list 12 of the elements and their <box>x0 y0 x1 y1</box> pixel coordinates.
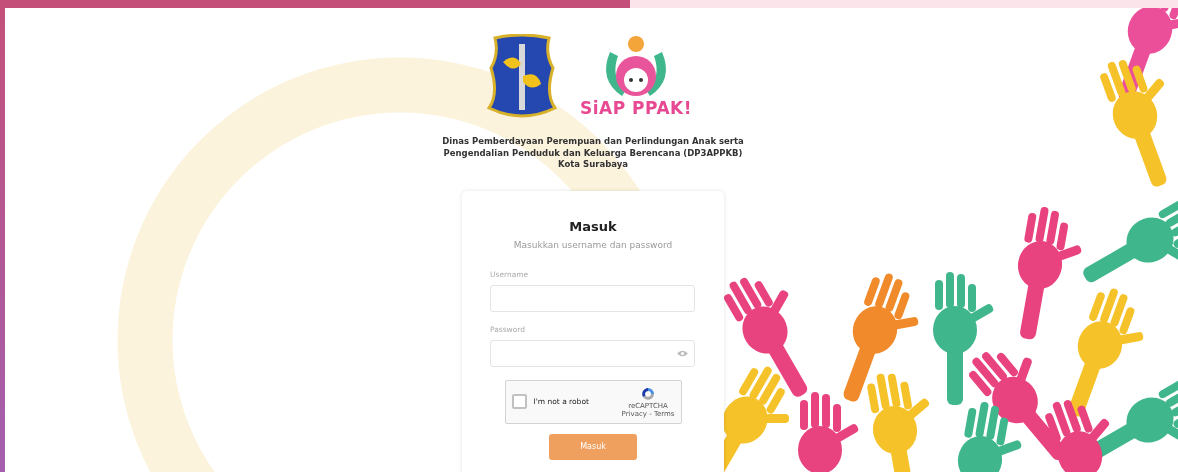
brand-name: SiAP PPAK! <box>579 98 692 118</box>
eye-icon[interactable] <box>677 349 688 357</box>
city-crest-icon <box>487 34 557 120</box>
captcha-checkbox[interactable] <box>511 394 527 409</box>
username-field[interactable] <box>490 284 695 312</box>
agency-name-line: Dinas Pemberdayaan Perempuan dan Perlindungan Anak serta <box>442 136 744 148</box>
login-subtitle: Masukkan username dan password <box>513 239 673 250</box>
login-title: Masuk <box>569 218 617 234</box>
agency-name-line: Pengendalian Penduduk dan Keluarga Berencana (DP3APPKB) <box>443 147 743 159</box>
password-field[interactable] <box>490 339 695 367</box>
agency-name-line: Kota Surabaya <box>558 159 628 171</box>
captcha-logo-icon <box>640 385 657 402</box>
